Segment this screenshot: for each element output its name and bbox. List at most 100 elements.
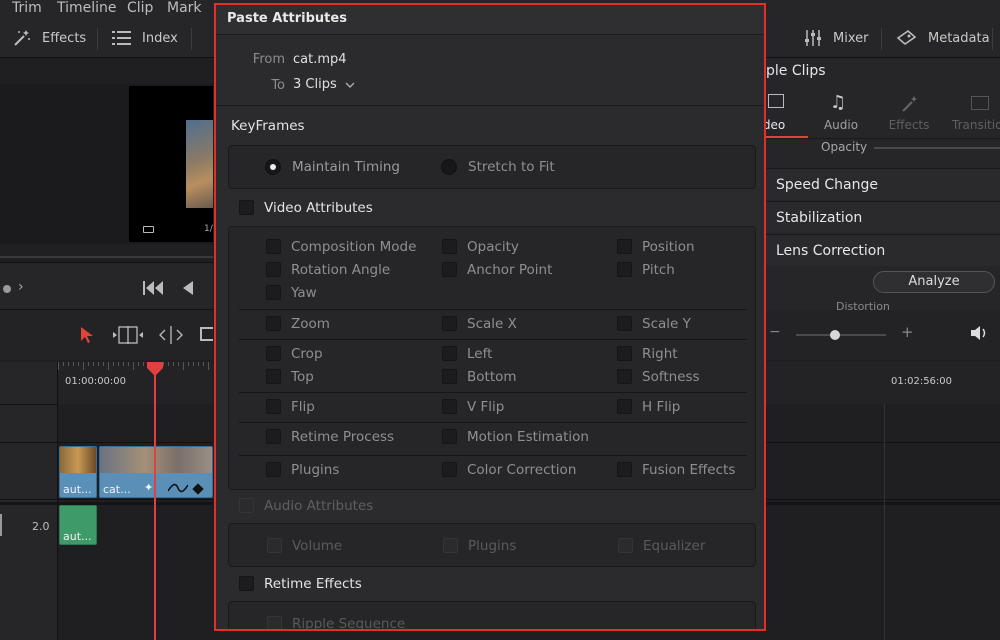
section-stabilization[interactable]: Stabilization (766, 201, 1000, 233)
trim-tool-icon[interactable] (113, 326, 143, 344)
right-checkbox[interactable] (617, 346, 632, 361)
video-tab-icon (768, 94, 784, 108)
bottom-checkbox[interactable] (442, 369, 457, 384)
playhead-handle[interactable] (147, 362, 163, 376)
motion-estimation-checkbox[interactable] (442, 429, 457, 444)
timeline-tools (0, 310, 213, 360)
viewer-frame[interactable]: 1/ (129, 86, 213, 242)
chevron-right-icon[interactable]: › (18, 279, 24, 295)
chevron-down-icon (345, 82, 355, 88)
zoom-out-icon[interactable]: − (769, 324, 781, 340)
menu-timeline[interactable]: Timeline (57, 0, 117, 16)
ruler-tick (78, 362, 79, 366)
top-checkbox[interactable] (266, 369, 281, 384)
yaw-checkbox[interactable] (266, 285, 281, 300)
zoom-slider-thumb[interactable] (830, 330, 840, 340)
maintain-timing-radio[interactable] (265, 159, 281, 175)
ruler-tick (88, 362, 89, 366)
video-attributes-checkbox[interactable] (239, 200, 254, 215)
v-flip-checkbox[interactable] (442, 399, 457, 414)
viewer-scrub-bar[interactable] (0, 244, 213, 260)
metadata-button[interactable]: Metadata (896, 18, 990, 58)
composition-mode-checkbox[interactable] (266, 239, 281, 254)
music-note-icon: ♫ (830, 92, 847, 113)
dynamic-trim-icon[interactable] (157, 326, 185, 344)
zoom-slider[interactable] (796, 334, 886, 336)
index-button[interactable]: Index (112, 18, 178, 58)
softness-checkbox[interactable] (617, 369, 632, 384)
opacity-label: Opacity (821, 140, 868, 154)
ripple-sequence-checkbox[interactable] (267, 616, 282, 629)
scrub-track (0, 256, 213, 258)
equalizer-label: Equalizer (643, 538, 706, 554)
to-dropdown[interactable]: 3 Clips (293, 77, 355, 92)
blade-tool-icon[interactable] (200, 327, 213, 341)
audio-attributes-checkbox[interactable] (239, 498, 254, 513)
equalizer-checkbox[interactable] (618, 538, 633, 553)
anchor-point-checkbox[interactable] (442, 262, 457, 277)
flip-checkbox[interactable] (266, 399, 281, 414)
video-clip[interactable]: cat... ✦ (99, 446, 213, 498)
pitch-checkbox[interactable] (617, 262, 632, 277)
play-reverse-icon[interactable] (183, 281, 193, 295)
effects-button[interactable]: Effects (12, 18, 86, 58)
transport-controls: › (0, 262, 213, 310)
menu-clip[interactable]: Clip (127, 0, 153, 16)
ruler-tick (168, 362, 169, 366)
mixer-icon (803, 28, 823, 48)
mixer-label: Mixer (833, 30, 869, 46)
audio-plugins-checkbox[interactable] (443, 538, 458, 553)
fusion-effects-checkbox[interactable] (617, 462, 632, 477)
skip-to-start-icon[interactable] (143, 281, 165, 295)
scale-y-label: Scale Y (642, 316, 691, 332)
left-checkbox[interactable] (442, 346, 457, 361)
analyze-button[interactable]: Analyze (873, 271, 995, 293)
scale-x-checkbox[interactable] (442, 316, 457, 331)
ruler-tick (123, 362, 124, 366)
scale-y-checkbox[interactable] (617, 316, 632, 331)
retime-process-checkbox[interactable] (266, 429, 281, 444)
ruler-tick (173, 362, 174, 366)
section-speed-change[interactable]: Speed Change (766, 168, 1000, 200)
plugins-checkbox[interactable] (266, 462, 281, 477)
opacity-checkbox[interactable] (442, 239, 457, 254)
from-value: cat.mp4 (293, 52, 347, 67)
zoom-checkbox[interactable] (266, 316, 281, 331)
mixer-button[interactable]: Mixer (803, 18, 868, 58)
ruler-tick (118, 362, 119, 366)
selection-tool-icon[interactable] (80, 326, 94, 344)
position-checkbox[interactable] (617, 239, 632, 254)
index-label: Index (142, 30, 178, 46)
timeline-ruler[interactable]: 01:00:00:00 (58, 362, 213, 404)
ruler-tick (108, 362, 109, 370)
menu-trim[interactable]: Trim (12, 0, 42, 16)
sparkle-icon: ✦ (144, 481, 154, 494)
viewer-overlay-text: 1/ (204, 224, 213, 234)
volume-checkbox[interactable] (267, 538, 282, 553)
zoom-in-icon[interactable]: + (901, 323, 914, 341)
start-timecode: 01:00:00:00 (65, 376, 127, 387)
rotation-angle-checkbox[interactable] (266, 262, 281, 277)
clip-thumbnail (60, 447, 96, 473)
crop-checkbox[interactable] (266, 346, 281, 361)
ruler-tick (58, 362, 59, 370)
section-lens-correction[interactable]: Lens Correction (766, 234, 1000, 266)
timeline-ruler-right[interactable]: 01:02:56:00 (766, 362, 1000, 404)
audio-clip[interactable]: aut... (59, 505, 97, 545)
timeline-tracks-right (766, 404, 1000, 640)
opacity-slider[interactable] (874, 147, 1000, 149)
viewer-image (186, 120, 213, 208)
color-correction-checkbox[interactable] (442, 462, 457, 477)
tab-effects[interactable]: Effects (879, 118, 939, 132)
video-clip[interactable]: aut... (59, 446, 97, 498)
menu-mark[interactable]: Mark (167, 0, 202, 16)
retime-effects-checkbox[interactable] (239, 576, 254, 591)
ruler-tick (203, 362, 204, 366)
tab-audio[interactable]: Audio (811, 118, 871, 132)
playhead[interactable] (154, 362, 156, 640)
tab-transitions[interactable]: Transitio (952, 118, 1000, 132)
stretch-to-fit-radio[interactable] (441, 159, 457, 175)
speaker-icon[interactable] (971, 325, 989, 341)
video-attributes-heading: Video Attributes (264, 200, 373, 216)
h-flip-checkbox[interactable] (617, 399, 632, 414)
